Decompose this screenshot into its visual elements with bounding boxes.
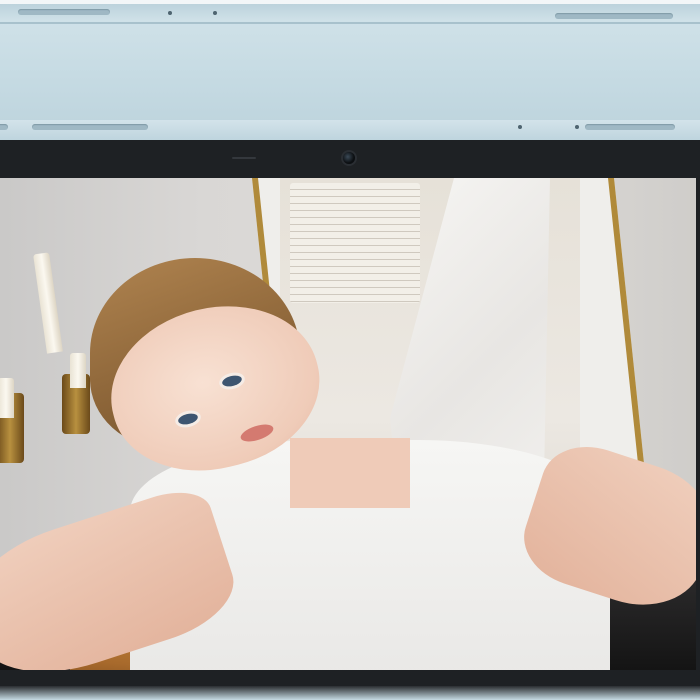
microphone-dot: [213, 11, 217, 15]
microphone-dot: [168, 11, 172, 15]
neck: [290, 438, 410, 508]
speaker-slot: [555, 13, 673, 19]
microphone-dot: [575, 125, 579, 129]
product-photo: [0, 0, 700, 700]
speaker-slot: [585, 124, 675, 130]
tablet-bottom-edge: [0, 4, 700, 122]
tablet-lower-edge: [0, 686, 700, 700]
tablet-display: [0, 178, 696, 670]
tablet-side-edge: [0, 120, 700, 142]
connector-slot: [18, 9, 110, 15]
earpiece-slit: [232, 157, 256, 159]
edge-line: [0, 22, 700, 24]
button-slot: [0, 124, 8, 130]
candle: [0, 378, 14, 418]
microphone-dot: [518, 125, 522, 129]
connector-slot: [32, 124, 148, 130]
sheet-music: [290, 183, 420, 303]
camera-icon: [343, 152, 355, 164]
candle: [70, 353, 86, 388]
